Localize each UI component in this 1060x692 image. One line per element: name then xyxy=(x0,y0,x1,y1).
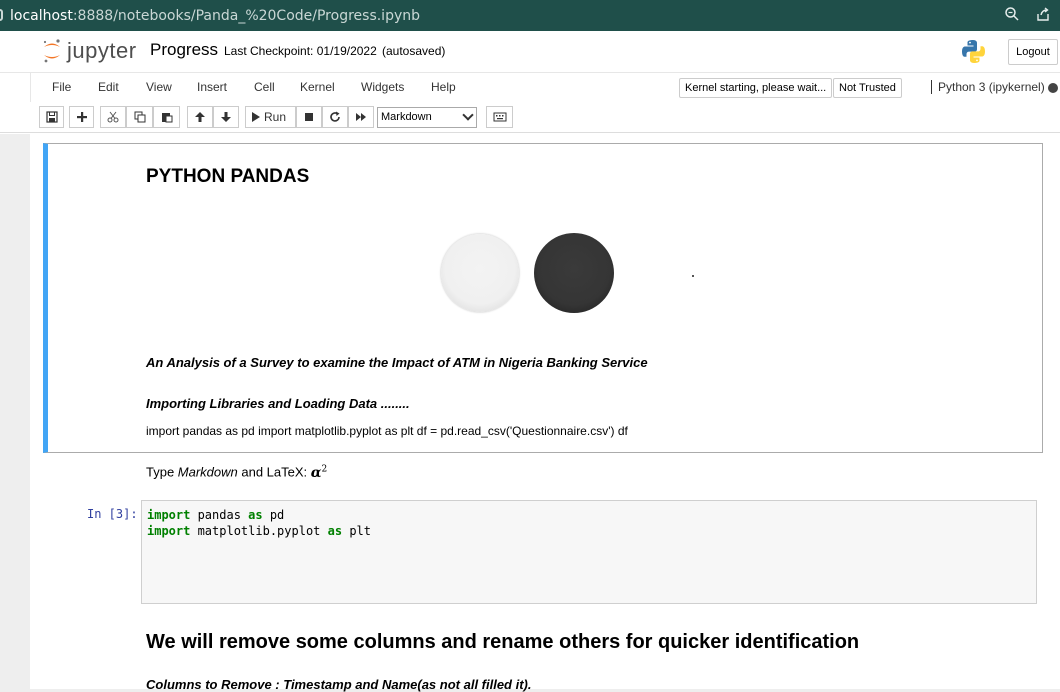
restart-icon xyxy=(330,111,340,122)
paste-button[interactable] xyxy=(153,106,180,128)
jupyter-logo-text: jupyter xyxy=(67,38,137,63)
light-circle-image xyxy=(441,234,519,312)
menu-bar: File Edit View Insert Cell Kernel Widget… xyxy=(0,72,1060,134)
site-info-icon[interactable] xyxy=(0,9,3,21)
url-text[interactable]: localhost:8888/notebooks/Panda_%20Code/P… xyxy=(10,8,420,24)
keyboard-icon xyxy=(493,112,506,122)
command-palette-button[interactable] xyxy=(486,106,513,128)
cell-type-select[interactable]: Markdown xyxy=(377,107,477,128)
kernel-status-indicator[interactable]: Kernel starting, please wait... xyxy=(679,78,833,98)
python-logo-icon xyxy=(961,39,986,64)
restart-run-all-button[interactable] xyxy=(348,106,374,128)
jupyter-logo-icon xyxy=(42,38,62,64)
kernel-name[interactable]: Python 3 (ipykernel) xyxy=(931,80,1045,94)
play-icon xyxy=(252,112,260,122)
menu-kernel[interactable]: Kernel xyxy=(300,80,335,94)
insert-cell-button[interactable] xyxy=(69,106,94,128)
last-checkpoint: Last Checkpoint: 01/19/2022 xyxy=(224,44,377,58)
menu-help[interactable]: Help xyxy=(431,80,456,94)
interrupt-kernel-button[interactable] xyxy=(296,106,322,128)
share-icon[interactable] xyxy=(1034,6,1052,24)
cell-title: PYTHON PANDAS xyxy=(146,166,310,187)
menu-edit[interactable]: Edit xyxy=(98,80,119,94)
plus-icon xyxy=(76,112,87,122)
menu-insert[interactable]: Insert xyxy=(197,80,227,94)
menu-view[interactable]: View xyxy=(146,80,172,94)
input-prompt: In [3]: xyxy=(87,507,138,521)
save-button[interactable] xyxy=(39,106,64,128)
paste-icon xyxy=(161,113,172,123)
import-code-text: import pandas as pd import matplotlib.py… xyxy=(146,424,628,438)
run-label: Run xyxy=(264,110,287,124)
logout-button[interactable]: Logout xyxy=(1008,39,1058,65)
kernel-busy-icon xyxy=(1048,83,1058,93)
selected-markdown-cell[interactable]: PYTHON PANDAS An Analysis of a Survey to… xyxy=(43,143,1043,453)
importing-heading: Importing Libraries and Loading Data ...… xyxy=(146,396,410,411)
menu-cell[interactable]: Cell xyxy=(254,80,275,94)
notebook-container: PYTHON PANDAS An Analysis of a Survey to… xyxy=(30,133,1060,692)
chevron-down-icon xyxy=(462,109,474,121)
copy-button[interactable] xyxy=(126,106,153,128)
jupyter-logo[interactable]: jupyter xyxy=(42,38,137,64)
latex-alpha: α2 xyxy=(310,464,328,481)
copy-icon xyxy=(134,111,145,123)
arrow-up-icon xyxy=(195,112,205,122)
cell-type-value: Markdown xyxy=(381,111,432,123)
section-heading: We will remove some columns and rename o… xyxy=(146,631,860,653)
menu-widgets[interactable]: Widgets xyxy=(361,80,404,94)
notebook-toolbar: Run Markdown xyxy=(0,102,1060,133)
stop-icon xyxy=(305,113,313,121)
fast-forward-icon xyxy=(356,113,366,121)
analysis-subtitle: An Analysis of a Survey to examine the I… xyxy=(146,355,648,370)
empty-markdown-hint[interactable]: Type Markdown and LaTeX: α2 xyxy=(146,464,327,481)
autosave-status: (autosaved) xyxy=(382,44,446,58)
stray-dot xyxy=(692,275,694,277)
run-button[interactable]: Run xyxy=(245,106,296,128)
notebook-name[interactable]: Progress xyxy=(150,40,218,60)
notebook-header: jupyter Progress Last Checkpoint: 01/19/… xyxy=(0,31,1060,72)
move-down-button[interactable] xyxy=(213,106,239,128)
trust-indicator[interactable]: Not Trusted xyxy=(833,78,902,98)
zoom-icon[interactable] xyxy=(1003,6,1021,24)
columns-note: Columns to Remove : Timestamp and Name(a… xyxy=(146,677,532,692)
browser-url-bar[interactable]: localhost:8888/notebooks/Panda_%20Code/P… xyxy=(0,0,1060,31)
menu-file[interactable]: File xyxy=(52,80,71,94)
arrow-down-icon xyxy=(221,112,231,122)
cut-button[interactable] xyxy=(100,106,126,128)
scissors-icon xyxy=(107,111,119,123)
code-cell-editor[interactable]: import pandas as pd import matplotlib.py… xyxy=(141,500,1037,604)
move-up-button[interactable] xyxy=(187,106,213,128)
restart-kernel-button[interactable] xyxy=(322,106,348,128)
dark-circle-image xyxy=(534,233,614,313)
save-icon xyxy=(45,111,58,123)
